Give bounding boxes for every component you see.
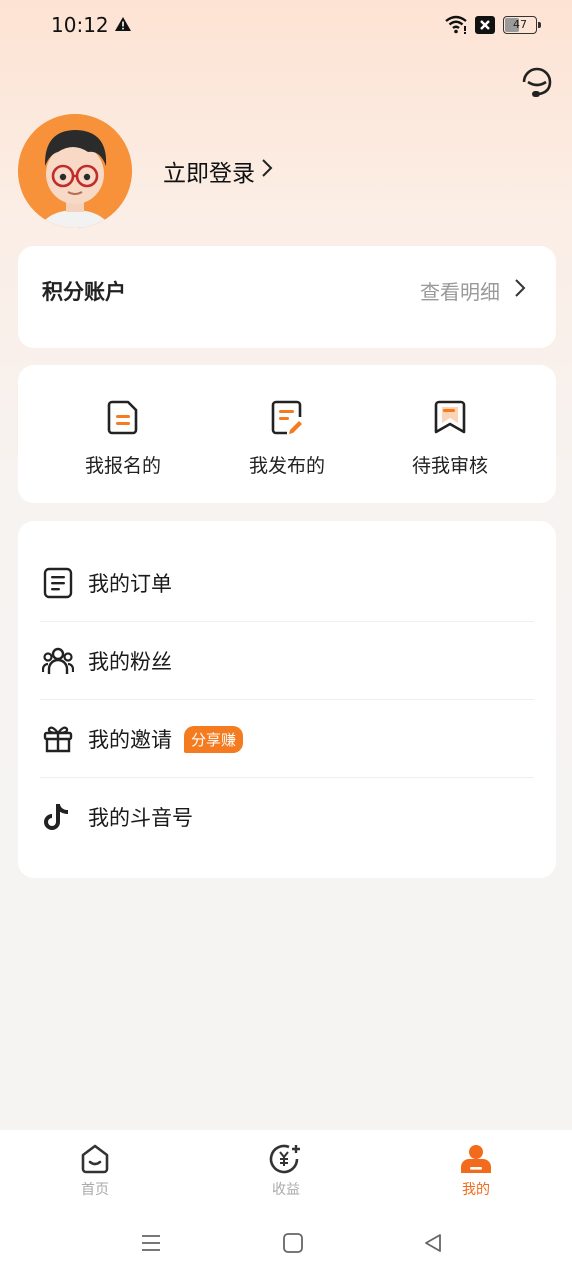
bottom-tab-bar: 首页 收益 我的	[0, 1130, 572, 1210]
fans-icon	[40, 643, 76, 679]
earnings-icon	[246, 1142, 326, 1176]
tab-label: 首页	[81, 1182, 109, 1198]
points-account-card: 积分账户 查看明细	[18, 246, 556, 348]
menu-item-label: 我的邀请	[88, 728, 172, 752]
points-account-title: 积分账户	[42, 280, 126, 304]
view-details-label: 查看明细	[420, 280, 500, 304]
douyin-icon	[40, 799, 76, 835]
menu-item-fans[interactable]: 我的粉丝	[40, 622, 534, 700]
status-time: 10:12	[51, 13, 109, 37]
tab-profile[interactable]: 我的	[436, 1142, 516, 1199]
publish-doc-icon	[217, 399, 357, 435]
wifi-icon	[444, 14, 468, 38]
x-box-icon	[475, 16, 495, 38]
view-details-link[interactable]: 查看明细	[420, 276, 526, 305]
action-label: 待我审核	[411, 455, 488, 477]
login-link[interactable]: 立即登录	[163, 154, 273, 188]
status-bar: 10:12 47	[0, 0, 572, 50]
order-list-icon	[40, 565, 76, 601]
login-label: 立即登录	[163, 161, 255, 187]
action-pending-review[interactable]: 待我审核	[380, 399, 520, 478]
chevron-right-icon	[514, 278, 526, 303]
battery-icon: 47	[503, 16, 541, 34]
menu-item-invites[interactable]: 我的邀请 分享赚	[40, 700, 534, 778]
review-bookmark-icon	[380, 399, 520, 435]
action-my-signups[interactable]: 我报名的	[53, 399, 193, 478]
tab-label: 收益	[272, 1182, 300, 1198]
signup-doc-icon	[53, 399, 193, 435]
action-my-posts[interactable]: 我发布的	[217, 399, 357, 478]
system-nav-bar	[0, 1210, 572, 1280]
menu-lines-icon[interactable]	[140, 1232, 162, 1258]
avatar[interactable]	[18, 114, 132, 228]
back-triangle-icon[interactable]	[422, 1232, 444, 1258]
profile-icon	[436, 1142, 516, 1176]
menu-item-label: 我的订单	[88, 572, 172, 596]
menu-item-label: 我的斗音号	[88, 806, 193, 830]
menu-card: 我的订单 我的粉丝 我的邀请 分享赚 我的斗音号	[18, 521, 556, 878]
chevron-right-icon	[261, 158, 273, 184]
share-earn-badge: 分享赚	[184, 725, 244, 753]
home-icon	[55, 1142, 135, 1176]
action-label: 我报名的	[84, 455, 161, 477]
tab-home[interactable]: 首页	[55, 1142, 135, 1199]
gift-icon	[40, 721, 76, 757]
menu-item-douyin[interactable]: 我的斗音号	[40, 778, 534, 856]
warning-icon	[114, 16, 132, 36]
customer-service-icon[interactable]	[519, 64, 555, 106]
activity-actions-card: 我报名的 我发布的 待我审核	[18, 365, 556, 503]
tab-earnings[interactable]: 收益	[246, 1142, 326, 1199]
menu-item-label: 我的粉丝	[88, 650, 172, 674]
action-label: 我发布的	[248, 455, 325, 477]
menu-item-orders[interactable]: 我的订单	[40, 544, 534, 622]
battery-level: 47	[513, 18, 527, 31]
battery-nub	[538, 22, 541, 28]
home-square-icon[interactable]	[282, 1232, 304, 1258]
tab-label: 我的	[462, 1182, 490, 1198]
